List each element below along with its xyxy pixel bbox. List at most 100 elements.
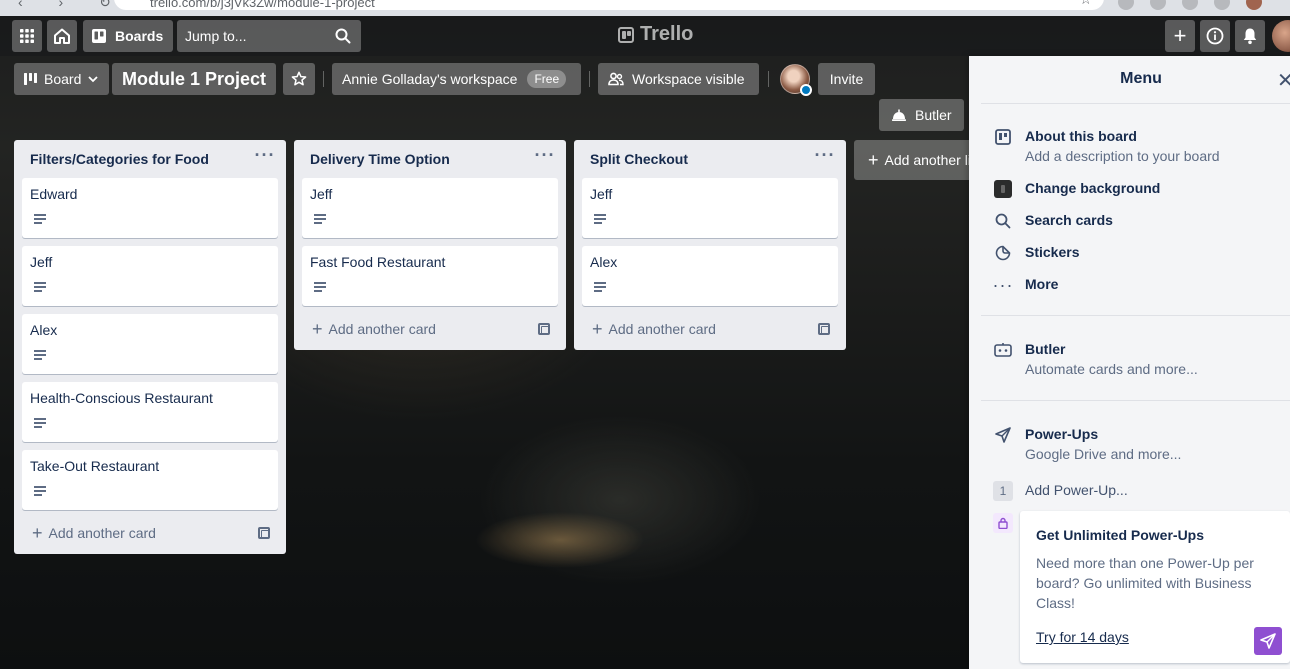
notifications-button[interactable] xyxy=(1235,20,1265,52)
card[interactable]: Edward xyxy=(22,178,278,238)
menu-divider xyxy=(981,400,1290,401)
card-template-icon[interactable] xyxy=(538,323,550,335)
trello-logo-icon xyxy=(618,26,634,43)
description-icon xyxy=(34,418,46,428)
description-icon xyxy=(314,214,326,224)
menu-item-label: More xyxy=(1025,276,1059,292)
info-icon xyxy=(1206,27,1224,45)
jump-to-search[interactable]: Jump to... xyxy=(177,20,361,52)
list-menu-icon[interactable]: ··· xyxy=(534,146,556,170)
list-menu-icon[interactable]: ··· xyxy=(814,146,836,170)
ellipsis-icon: ··· xyxy=(992,274,1014,295)
list-title[interactable]: Filters/Categories for Food xyxy=(30,151,209,167)
try-trial-link[interactable]: Try for 14 days xyxy=(1036,629,1129,645)
bookmark-star-icon[interactable]: ☆ xyxy=(1079,0,1092,8)
paper-plane-icon xyxy=(1260,633,1276,649)
promo-text: Need more than one Power-Up per board? G… xyxy=(1036,555,1254,611)
people-icon xyxy=(608,72,624,86)
card[interactable]: Alex xyxy=(582,246,838,306)
add-list-label: Add another list xyxy=(884,152,982,168)
visibility-label: Workspace visible xyxy=(632,71,745,87)
list-header[interactable]: Filters/Categories for Food ··· xyxy=(14,140,286,178)
chevron-down-icon xyxy=(88,76,98,83)
boards-button-label: Boards xyxy=(115,28,164,44)
plus-icon: + xyxy=(32,523,43,543)
grid-icon xyxy=(20,29,34,43)
add-card-button[interactable]: + Add another card xyxy=(22,518,278,548)
card[interactable]: Alex xyxy=(22,314,278,374)
browser-nav-icons[interactable]: ‹ › ↻ xyxy=(18,0,127,11)
description-icon xyxy=(34,282,46,292)
list-menu-icon[interactable]: ··· xyxy=(254,146,276,170)
board-view-icon xyxy=(24,73,37,85)
card[interactable]: Fast Food Restaurant xyxy=(302,246,558,306)
boards-button[interactable]: Boards xyxy=(83,20,173,52)
visibility-button[interactable]: Workspace visible xyxy=(598,63,759,95)
list-title[interactable]: Delivery Time Option xyxy=(310,151,450,167)
card-title: Alex xyxy=(590,254,618,270)
rocket-icon xyxy=(993,425,1013,445)
address-bar-url: trello.com/b/j3jVk3Zw/module-1-project xyxy=(150,0,375,10)
address-bar[interactable]: trello.com/b/j3jVk3Zw/module-1-project ☆ xyxy=(114,0,1104,10)
butler-button[interactable]: Butler xyxy=(879,99,964,131)
list-title[interactable]: Split Checkout xyxy=(590,151,688,167)
user-avatar[interactable] xyxy=(1272,20,1290,52)
trello-logo[interactable]: Trello xyxy=(618,23,693,46)
extension-icon[interactable] xyxy=(1118,0,1134,10)
create-button[interactable]: + xyxy=(1165,20,1195,52)
board-title-text: Module 1 Project xyxy=(122,68,267,89)
card-title: Edward xyxy=(30,186,78,202)
butler-button-label: Butler xyxy=(915,107,952,123)
workspace-name: Annie Golladay's workspace xyxy=(342,71,518,87)
menu-item-sub: Automate cards and more... xyxy=(1025,361,1198,377)
card-template-icon[interactable] xyxy=(818,323,830,335)
menu-item-label: Add Power-Up... xyxy=(1025,482,1128,498)
menu-title: Menu xyxy=(1120,70,1162,87)
description-icon xyxy=(594,282,606,292)
menu-item-label: About this board xyxy=(1025,128,1137,144)
board-member-avatar[interactable] xyxy=(780,64,812,96)
home-icon xyxy=(54,28,70,44)
header-divider xyxy=(323,71,324,87)
card[interactable]: Jeff xyxy=(22,246,278,306)
add-card-label: Add another card xyxy=(608,321,716,337)
search-icon xyxy=(335,28,351,44)
app-switcher-button[interactable] xyxy=(12,20,42,52)
close-icon[interactable]: ✕ xyxy=(1277,68,1290,93)
extension-icon[interactable] xyxy=(1214,0,1230,10)
home-button[interactable] xyxy=(47,20,77,52)
invite-button[interactable]: Invite xyxy=(818,63,875,95)
description-icon xyxy=(314,282,326,292)
card-template-icon[interactable] xyxy=(258,527,270,539)
card[interactable]: Jeff xyxy=(302,178,558,238)
board-title[interactable]: Module 1 Project xyxy=(112,63,277,95)
card-title: Alex xyxy=(30,322,58,338)
card[interactable]: Health-Conscious Restaurant xyxy=(22,382,278,442)
board-view-switcher[interactable]: Board xyxy=(14,63,110,95)
extension-icon[interactable] xyxy=(1150,0,1166,10)
star-board-button[interactable] xyxy=(283,63,315,95)
card-title: Jeff xyxy=(590,186,613,202)
card[interactable]: Take-Out Restaurant xyxy=(22,450,278,510)
admin-badge-icon xyxy=(800,84,812,96)
power-up-count: 1 xyxy=(993,481,1013,501)
invite-label: Invite xyxy=(829,71,864,87)
card-title: Jeff xyxy=(30,254,53,270)
plus-icon: + xyxy=(1173,23,1187,48)
info-button[interactable] xyxy=(1200,20,1230,52)
trello-logo-text: Trello xyxy=(640,23,694,45)
list-header[interactable]: Delivery Time Option ··· xyxy=(294,140,566,178)
list-header[interactable]: Split Checkout ··· xyxy=(574,140,846,178)
menu-item-label: Butler xyxy=(1025,341,1066,357)
bell-icon xyxy=(1243,28,1257,45)
profile-icon[interactable] xyxy=(1246,0,1262,10)
workspace-button[interactable]: Annie Golladay's workspace Free xyxy=(332,63,581,95)
add-card-button[interactable]: + Add another card xyxy=(582,314,838,344)
background-swatch-icon xyxy=(994,180,1012,198)
butler-bell-icon xyxy=(892,109,906,121)
extension-icon[interactable] xyxy=(1182,0,1198,10)
promo-title: Get Unlimited Power-Ups xyxy=(1036,527,1205,543)
card[interactable]: Jeff xyxy=(582,178,838,238)
add-card-button[interactable]: + Add another card xyxy=(302,314,558,344)
send-button[interactable] xyxy=(1254,627,1282,655)
